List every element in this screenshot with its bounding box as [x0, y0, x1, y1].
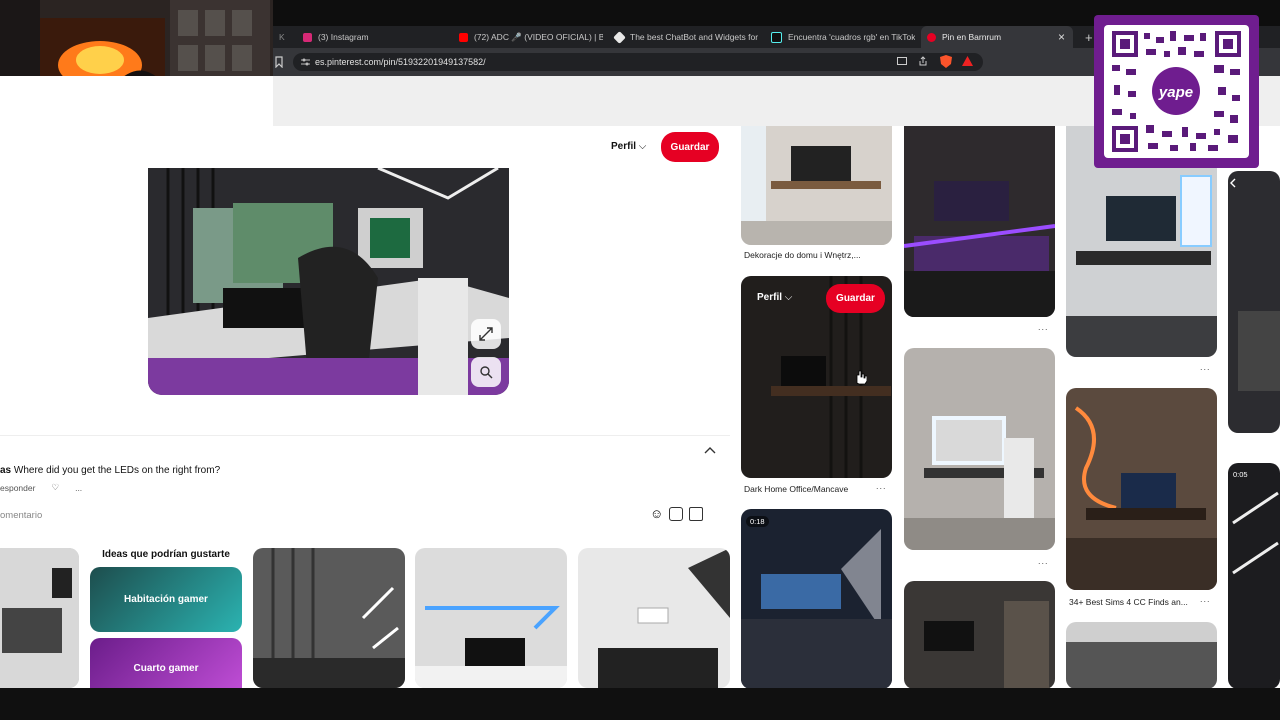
heart-icon[interactable]: ♡: [51, 482, 59, 493]
tab-pinterest[interactable]: Pin en Barnrum ×: [921, 26, 1073, 48]
comment-tools: ☺: [650, 506, 704, 521]
expand-icon[interactable]: [471, 319, 501, 349]
profile-label: Perfil: [611, 141, 637, 152]
share-icon[interactable]: [918, 56, 928, 66]
visual-search-icon[interactable]: [471, 357, 501, 387]
more-icon[interactable]: ...: [75, 483, 82, 493]
more-icon[interactable]: ...: [1200, 594, 1211, 604]
feed-caption[interactable]: Dark Home Office/Mancave: [744, 484, 848, 494]
chevron-left-icon[interactable]: [1229, 178, 1237, 188]
yape-qr-overlay: yape: [1094, 15, 1259, 168]
idea-thumb[interactable]: [0, 548, 79, 688]
profile-dropdown[interactable]: Perfil ⌵: [611, 141, 646, 152]
ideas-title: Ideas que podrían gustarte: [102, 549, 230, 560]
tab-instagram[interactable]: (3) Instagram: [297, 26, 447, 48]
feed-pin[interactable]: [904, 348, 1055, 550]
pinterest-page: Perfil ⌵ Guardar as Where did you get th…: [0, 76, 1280, 688]
feed-pin[interactable]: [904, 126, 1055, 317]
feed-pin[interactable]: [741, 126, 892, 245]
brave-shield-icon[interactable]: [940, 55, 952, 68]
feed-caption[interactable]: Dekoracje do domu i Wnętrz,...: [744, 250, 861, 260]
video-duration: 0:05: [1233, 470, 1248, 479]
comment-input[interactable]: omentario: [0, 510, 42, 521]
image-icon[interactable]: [689, 507, 704, 521]
tab-youtube[interactable]: (72) ADC 🎤 (VIDEO OFICIAL) | BLESS: [453, 26, 603, 48]
emoji-icon[interactable]: ☺: [650, 506, 663, 521]
feed-pin-video[interactable]: [741, 509, 892, 688]
comment: as Where did you get the LEDs on the rig…: [0, 465, 220, 476]
tab-partial[interactable]: K: [273, 26, 295, 48]
idea-thumb[interactable]: [415, 548, 567, 688]
more-icon[interactable]: ...: [1200, 362, 1211, 372]
reply-link[interactable]: esponder: [0, 483, 35, 493]
feed-caption[interactable]: 34+ Best Sims 4 CC Finds an...: [1069, 597, 1188, 607]
feed-pin[interactable]: [904, 581, 1055, 688]
close-tab-icon[interactable]: ×: [1058, 30, 1065, 44]
tiktok-icon: [771, 31, 782, 43]
comment-user: as: [0, 465, 12, 476]
feed-pin[interactable]: [1228, 171, 1280, 433]
chevron-down-icon: ⌵: [784, 292, 793, 303]
site-settings-icon[interactable]: [301, 58, 310, 66]
tab-label: Encuentra 'cuadros rgb' en TikTok | B: [788, 32, 915, 42]
comment-actions: esponder ♡ ...: [0, 482, 82, 493]
more-icon[interactable]: ...: [876, 481, 887, 491]
brave-rewards-icon[interactable]: [962, 56, 973, 66]
qr-code: yape: [1104, 25, 1249, 158]
bookmark-icon[interactable]: [275, 56, 283, 68]
feed-pin[interactable]: [1066, 622, 1217, 688]
letterbox-bottom: [0, 688, 1280, 720]
pin-image[interactable]: [148, 168, 509, 395]
hover-profile-label: Perfil: [757, 292, 783, 303]
tab-label: (72) ADC 🎤 (VIDEO OFICIAL) | BLESS: [474, 31, 603, 42]
address-bar[interactable]: es.pinterest.com/pin/51932201949137582/: [293, 53, 983, 71]
idea-thumb[interactable]: [578, 548, 730, 688]
comment-text: Where did you get the LEDs on the right …: [13, 465, 221, 476]
chatbot-icon: [613, 30, 626, 44]
tab-chatbot[interactable]: The best ChatBot and Widgets for K: [609, 26, 759, 48]
feed-pin[interactable]: [1066, 388, 1217, 590]
pinterest-icon: [927, 32, 936, 42]
pin-closeup: Perfil ⌵ Guardar as Where did you get th…: [0, 126, 730, 688]
save-button[interactable]: Guardar: [661, 132, 719, 162]
idea-habitacion-gamer[interactable]: Habitación gamer: [90, 567, 242, 632]
hover-save-button[interactable]: Guardar: [826, 284, 885, 313]
instagram-icon: [303, 32, 312, 42]
sticker-icon[interactable]: [669, 507, 684, 521]
url-text: es.pinterest.com/pin/51932201949137582/: [315, 57, 486, 67]
tab-tiktok[interactable]: Encuentra 'cuadros rgb' en TikTok | B: [765, 26, 915, 48]
idea-thumb[interactable]: [253, 548, 405, 688]
cast-icon[interactable]: [897, 57, 907, 66]
chevron-down-icon: ⌵: [638, 141, 647, 152]
tab-label: Pin en Barnrum: [942, 32, 1002, 42]
tab-label: (3) Instagram: [318, 32, 369, 42]
more-icon[interactable]: ...: [1038, 556, 1049, 566]
tab-label: The best ChatBot and Widgets for K: [630, 32, 759, 42]
video-duration: 0:18: [746, 516, 769, 527]
more-icon[interactable]: ...: [1038, 322, 1049, 332]
yape-logo: yape: [1158, 84, 1193, 101]
mouse-cursor-icon: [856, 370, 867, 385]
chevron-up-icon[interactable]: [704, 446, 716, 454]
feed-pin-video[interactable]: [1228, 463, 1280, 688]
youtube-icon: [459, 32, 468, 42]
hover-profile-dropdown[interactable]: Perfil ⌵: [757, 292, 792, 303]
idea-cuarto-gamer[interactable]: Cuarto gamer: [90, 638, 242, 688]
